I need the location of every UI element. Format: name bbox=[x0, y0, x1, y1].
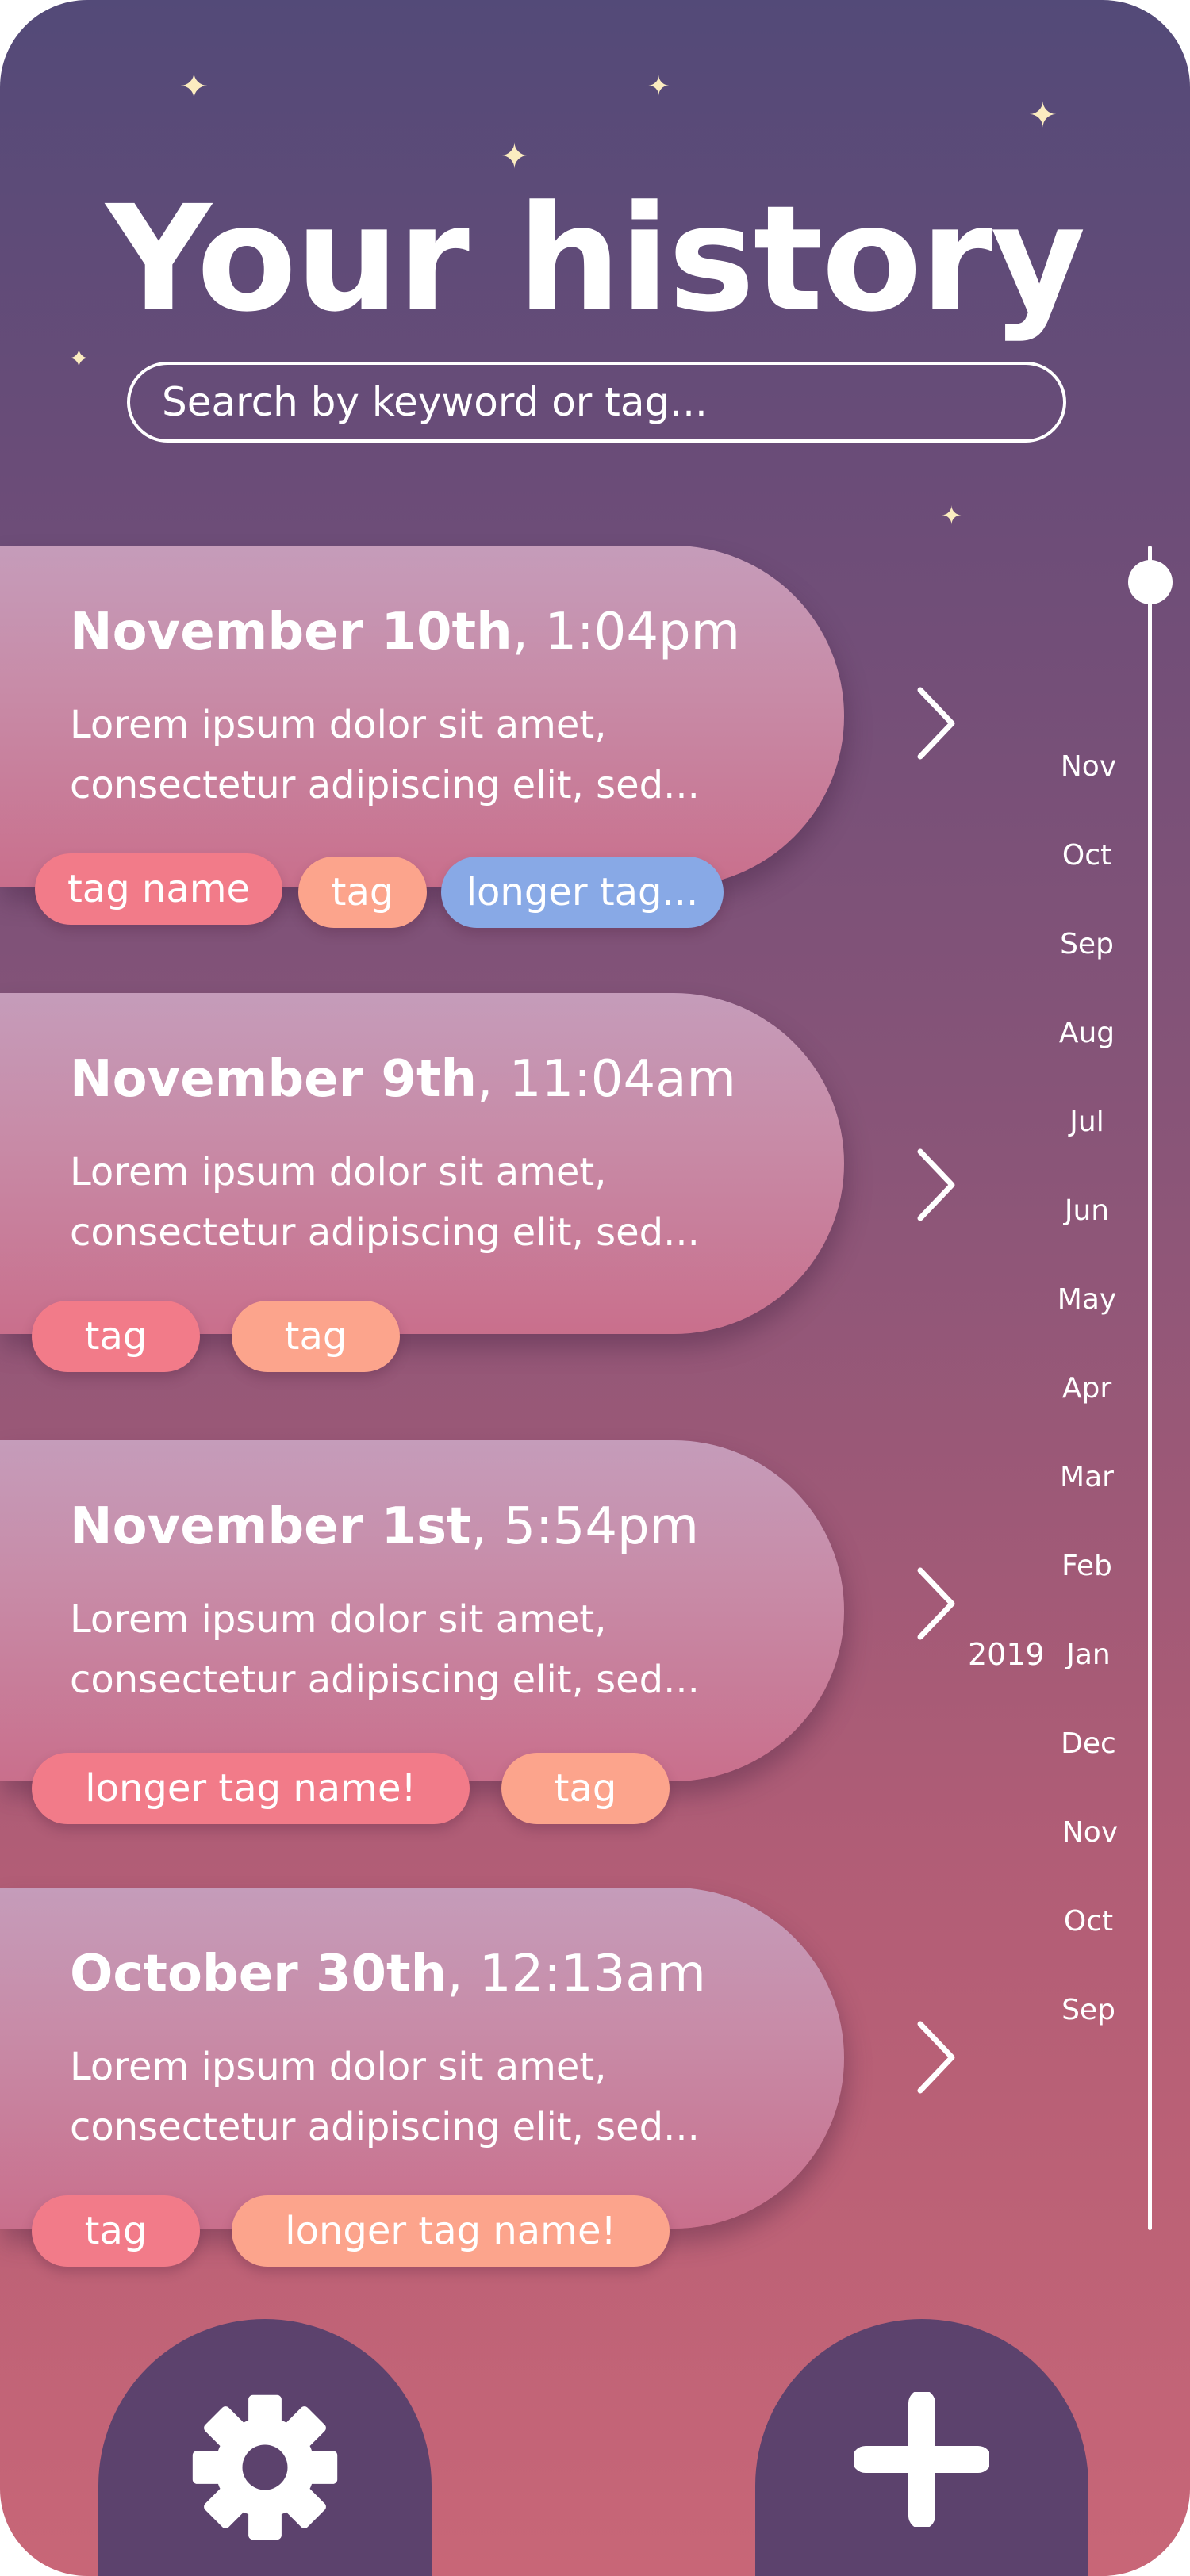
tag-chip[interactable]: tag name bbox=[35, 853, 282, 925]
timeline-month[interactable]: Nov bbox=[1041, 750, 1136, 783]
timeline-month[interactable]: Jan bbox=[1041, 1639, 1136, 1671]
timeline-month[interactable]: Jun bbox=[1039, 1194, 1134, 1227]
history-entry-card[interactable]: November 1st, 5:54pm Lorem ipsum dolor s… bbox=[0, 1440, 844, 1781]
app-screen: ✦ ✦ ✦ ✦ ✦ ✦ Your history November 10th, … bbox=[0, 0, 1190, 2576]
history-entry-card[interactable]: October 30th, 12:13am Lorem ipsum dolor … bbox=[0, 1888, 844, 2229]
timeline-month[interactable]: Oct bbox=[1041, 1905, 1136, 1938]
entry-date: October 30th, 12:13am bbox=[70, 1945, 706, 2003]
entry-preview-line: consectetur adipiscing elit, sed... bbox=[70, 1210, 700, 1255]
entry-preview: Lorem ipsum dolor sit amet, consectetur … bbox=[70, 1142, 784, 1263]
chevron-right-icon[interactable] bbox=[911, 684, 958, 763]
entry-date: November 1st, 5:54pm bbox=[70, 1497, 699, 1556]
entry-preview: Lorem ipsum dolor sit amet, consectetur … bbox=[70, 2037, 784, 2157]
entry-preview-line: consectetur adipiscing elit, sed... bbox=[70, 763, 700, 807]
timeline-month[interactable]: Sep bbox=[1039, 928, 1134, 960]
timeline-handle[interactable] bbox=[1128, 560, 1173, 604]
page-title: Your history bbox=[106, 174, 1085, 344]
entry-date-day: November 10th bbox=[70, 603, 512, 661]
timeline-year: 2019 bbox=[968, 1637, 1045, 1672]
timeline-month[interactable]: Aug bbox=[1039, 1017, 1134, 1049]
sparkle-star-icon: ✦ bbox=[941, 500, 962, 531]
timeline-month[interactable]: Dec bbox=[1041, 1727, 1136, 1760]
entry-date-time: , 11:04am bbox=[477, 1050, 736, 1109]
sparkle-star-icon: ✦ bbox=[647, 71, 670, 102]
entry-preview: Lorem ipsum dolor sit amet, consectetur … bbox=[70, 1589, 784, 1710]
history-entry-card[interactable]: November 9th, 11:04am Lorem ipsum dolor … bbox=[0, 993, 844, 1334]
entry-date-time: , 1:04pm bbox=[512, 603, 740, 661]
search-input[interactable] bbox=[130, 365, 1063, 439]
entry-preview-line: consectetur adipiscing elit, sed... bbox=[70, 1658, 700, 1702]
sparkle-star-icon: ✦ bbox=[500, 136, 529, 177]
entry-date-day: November 9th bbox=[70, 1050, 478, 1109]
timeline-month[interactable]: Jul bbox=[1039, 1106, 1134, 1138]
timeline-month[interactable]: Nov bbox=[1042, 1816, 1138, 1849]
entry-preview-line: Lorem ipsum dolor sit amet, bbox=[70, 1150, 607, 1194]
entry-date: November 10th, 1:04pm bbox=[70, 603, 740, 661]
timeline-month[interactable]: Mar bbox=[1039, 1461, 1134, 1493]
sparkle-star-icon: ✦ bbox=[1028, 95, 1058, 136]
timeline-month[interactable]: Sep bbox=[1041, 1994, 1136, 2026]
entry-date-day: November 1st bbox=[70, 1497, 471, 1556]
plus-icon bbox=[854, 2392, 989, 2527]
entry-date-time: , 12:13am bbox=[447, 1945, 706, 2003]
tag-chip[interactable]: tag bbox=[32, 1301, 200, 1372]
timeline-track[interactable] bbox=[1148, 546, 1152, 2230]
sparkle-star-icon: ✦ bbox=[68, 343, 90, 374]
chevron-right-icon[interactable] bbox=[911, 1564, 958, 1643]
tag-chip[interactable]: longer tag name! bbox=[32, 1753, 470, 1824]
entry-preview-line: Lorem ipsum dolor sit amet, bbox=[70, 703, 607, 747]
entry-preview: Lorem ipsum dolor sit amet, consectetur … bbox=[70, 695, 784, 815]
tag-chip[interactable]: tag bbox=[298, 857, 427, 928]
entry-date-day: October 30th bbox=[70, 1945, 447, 2003]
entry-date: November 9th, 11:04am bbox=[70, 1050, 736, 1109]
add-entry-button[interactable] bbox=[755, 2319, 1088, 2576]
tag-chip[interactable]: longer tag name! bbox=[232, 2195, 670, 2267]
timeline-month[interactable]: Apr bbox=[1039, 1372, 1134, 1405]
sparkle-star-icon: ✦ bbox=[179, 67, 209, 107]
timeline-month[interactable]: May bbox=[1039, 1283, 1134, 1316]
entry-preview-line: consectetur adipiscing elit, sed... bbox=[70, 2105, 700, 2149]
search-field[interactable] bbox=[127, 362, 1066, 443]
entry-preview-line: Lorem ipsum dolor sit amet, bbox=[70, 1597, 607, 1642]
timeline-month[interactable]: Oct bbox=[1039, 839, 1134, 872]
entry-date-time: , 5:54pm bbox=[470, 1497, 699, 1556]
tag-chip[interactable]: tag bbox=[32, 2195, 200, 2267]
tag-chip[interactable]: tag bbox=[232, 1301, 400, 1372]
chevron-right-icon[interactable] bbox=[911, 1145, 958, 1225]
history-entry-card[interactable]: November 10th, 1:04pm Lorem ipsum dolor … bbox=[0, 546, 844, 887]
timeline-month[interactable]: Feb bbox=[1039, 1550, 1134, 1582]
settings-button[interactable] bbox=[98, 2319, 432, 2576]
tag-chip[interactable]: longer tag... bbox=[441, 857, 724, 928]
tag-chip[interactable]: tag bbox=[501, 1753, 670, 1824]
gear-icon bbox=[192, 2394, 338, 2540]
entry-preview-line: Lorem ipsum dolor sit amet, bbox=[70, 2045, 607, 2089]
chevron-right-icon[interactable] bbox=[911, 2018, 958, 2097]
